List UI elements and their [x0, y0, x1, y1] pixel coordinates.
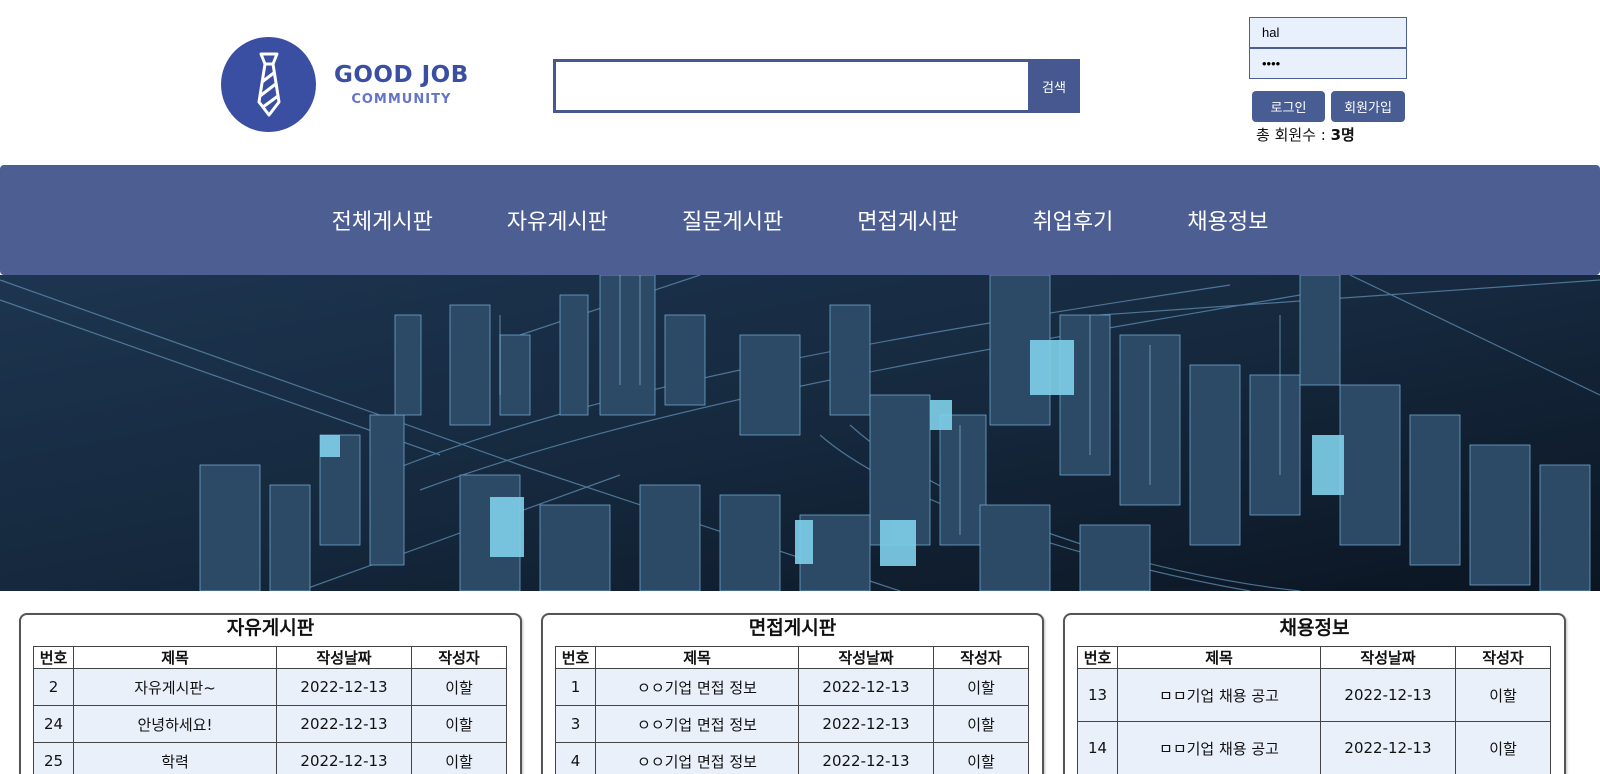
nav-item-free-board[interactable]: 자유게시판 [507, 204, 608, 236]
post-number: 13 [1077, 668, 1118, 722]
post-number: 1 [555, 668, 596, 706]
post-author: 이할 [411, 742, 507, 774]
nav-item-job-info[interactable]: 채용정보 [1187, 204, 1268, 236]
post-author: 이할 [1455, 721, 1551, 774]
post-number: 14 [1077, 721, 1118, 774]
main-nav: 전체게시판 자유게시판 질문게시판 면접게시판 취업후기 채용정보 [0, 165, 1600, 275]
post-title-link[interactable]: 학력 [73, 742, 277, 774]
post-title-link[interactable]: ㅇㅇ기업 면접 정보 [595, 668, 799, 706]
board-table: 번호 제목 작성날짜 작성자 13 ㅁㅁ기업 채용 공고 2022-12-13 … [1077, 646, 1551, 774]
post-title-link[interactable]: 안녕하세요! [73, 705, 277, 743]
post-date: 2022-12-13 [276, 705, 412, 743]
post-title-link[interactable]: ㅇㅇ기업 면접 정보 [595, 742, 799, 774]
job-info-board-panel: 채용정보 번호 제목 작성날짜 작성자 13 ㅁㅁ기업 채용 공고 2022-1… [1063, 613, 1566, 774]
login-button[interactable]: 로그인 [1252, 91, 1325, 122]
post-date: 2022-12-13 [798, 668, 934, 706]
post-number: 25 [33, 742, 74, 774]
post-author: 이할 [933, 668, 1029, 706]
column-header: 번호 [33, 646, 74, 669]
site-logo[interactable]: GOOD JOB COMMUNITY [221, 37, 469, 132]
post-number: 24 [33, 705, 74, 743]
table-row[interactable]: 14 ㅁㅁ기업 채용 공고 2022-12-13 이할 [1077, 721, 1551, 774]
password-field[interactable] [1249, 48, 1407, 79]
post-date: 2022-12-13 [798, 705, 934, 743]
board-title: 면접게시판 [748, 617, 837, 639]
search-input[interactable] [553, 59, 1028, 113]
login-panel: 로그인 회원가입 총 회원수 : 3명 [1249, 17, 1407, 144]
column-header: 작성날짜 [1320, 646, 1456, 669]
column-header: 제목 [73, 646, 277, 669]
signup-button[interactable]: 회원가입 [1331, 91, 1405, 122]
search-button[interactable]: 검색 [1028, 59, 1080, 113]
post-date: 2022-12-13 [798, 742, 934, 774]
column-header: 작성날짜 [798, 646, 934, 669]
logo-subtitle: COMMUNITY [351, 91, 452, 107]
column-header: 번호 [1077, 646, 1118, 669]
column-header: 작성자 [1455, 646, 1551, 669]
nav-item-question-board[interactable]: 질문게시판 [682, 204, 783, 236]
post-date: 2022-12-13 [276, 742, 412, 774]
post-title-link[interactable]: ㅁㅁ기업 채용 공고 [1117, 721, 1321, 774]
table-row[interactable]: 3 ㅇㅇ기업 면접 정보 2022-12-13 이할 [555, 705, 1029, 743]
nav-item-reviews[interactable]: 취업후기 [1032, 204, 1113, 236]
board-title: 자유게시판 [226, 617, 315, 639]
table-row[interactable]: 13 ㅁㅁ기업 채용 공고 2022-12-13 이할 [1077, 668, 1551, 722]
post-number: 2 [33, 668, 74, 706]
column-header: 작성자 [933, 646, 1029, 669]
post-author: 이할 [933, 742, 1029, 774]
column-header: 작성자 [411, 646, 507, 669]
post-title-link[interactable]: ㅇㅇ기업 면접 정보 [595, 705, 799, 743]
post-author: 이할 [1455, 668, 1551, 722]
username-field[interactable] [1249, 17, 1407, 48]
table-row[interactable]: 4 ㅇㅇ기업 면접 정보 2022-12-13 이할 [555, 742, 1029, 774]
post-title-link[interactable]: 자유게시판~ [73, 668, 277, 706]
column-header: 작성날짜 [276, 646, 412, 669]
logo-title: GOOD JOB [334, 61, 469, 88]
post-author: 이할 [411, 668, 507, 706]
post-title-link[interactable]: ㅁㅁ기업 채용 공고 [1117, 668, 1321, 722]
table-row[interactable]: 2 자유게시판~ 2022-12-13 이할 [33, 668, 507, 706]
post-number: 3 [555, 705, 596, 743]
board-title: 채용정보 [1279, 617, 1350, 639]
nav-item-all-board[interactable]: 전체게시판 [332, 204, 433, 236]
post-number: 4 [555, 742, 596, 774]
table-row[interactable]: 25 학력 2022-12-13 이할 [33, 742, 507, 774]
member-count-value: 3명 [1330, 126, 1355, 144]
column-header: 번호 [555, 646, 596, 669]
board-table: 번호 제목 작성날짜 작성자 2 자유게시판~ 2022-12-13 이할 24… [33, 646, 507, 774]
nav-item-interview-board[interactable]: 면접게시판 [857, 204, 958, 236]
column-header: 제목 [595, 646, 799, 669]
post-date: 2022-12-13 [1320, 721, 1456, 774]
post-author: 이할 [933, 705, 1029, 743]
table-row[interactable]: 1 ㅇㅇ기업 면접 정보 2022-12-13 이할 [555, 668, 1029, 706]
interview-board-panel: 면접게시판 번호 제목 작성날짜 작성자 1 ㅇㅇ기업 면접 정보 2022-1… [541, 613, 1044, 774]
post-author: 이할 [411, 705, 507, 743]
column-header: 제목 [1117, 646, 1321, 669]
post-date: 2022-12-13 [276, 668, 412, 706]
hero-banner-image [0, 275, 1600, 591]
member-count: 총 회원수 : 3명 [1256, 124, 1355, 145]
member-count-label: 총 회원수 : [1256, 126, 1331, 144]
search-bar: 검색 [553, 59, 1080, 113]
necktie-icon [221, 37, 316, 132]
post-date: 2022-12-13 [1320, 668, 1456, 722]
free-board-panel: 자유게시판 번호 제목 작성날짜 작성자 2 자유게시판~ 2022-12-13… [19, 613, 522, 774]
table-row[interactable]: 24 안녕하세요! 2022-12-13 이할 [33, 705, 507, 743]
board-table: 번호 제목 작성날짜 작성자 1 ㅇㅇ기업 면접 정보 2022-12-13 이… [555, 646, 1029, 774]
